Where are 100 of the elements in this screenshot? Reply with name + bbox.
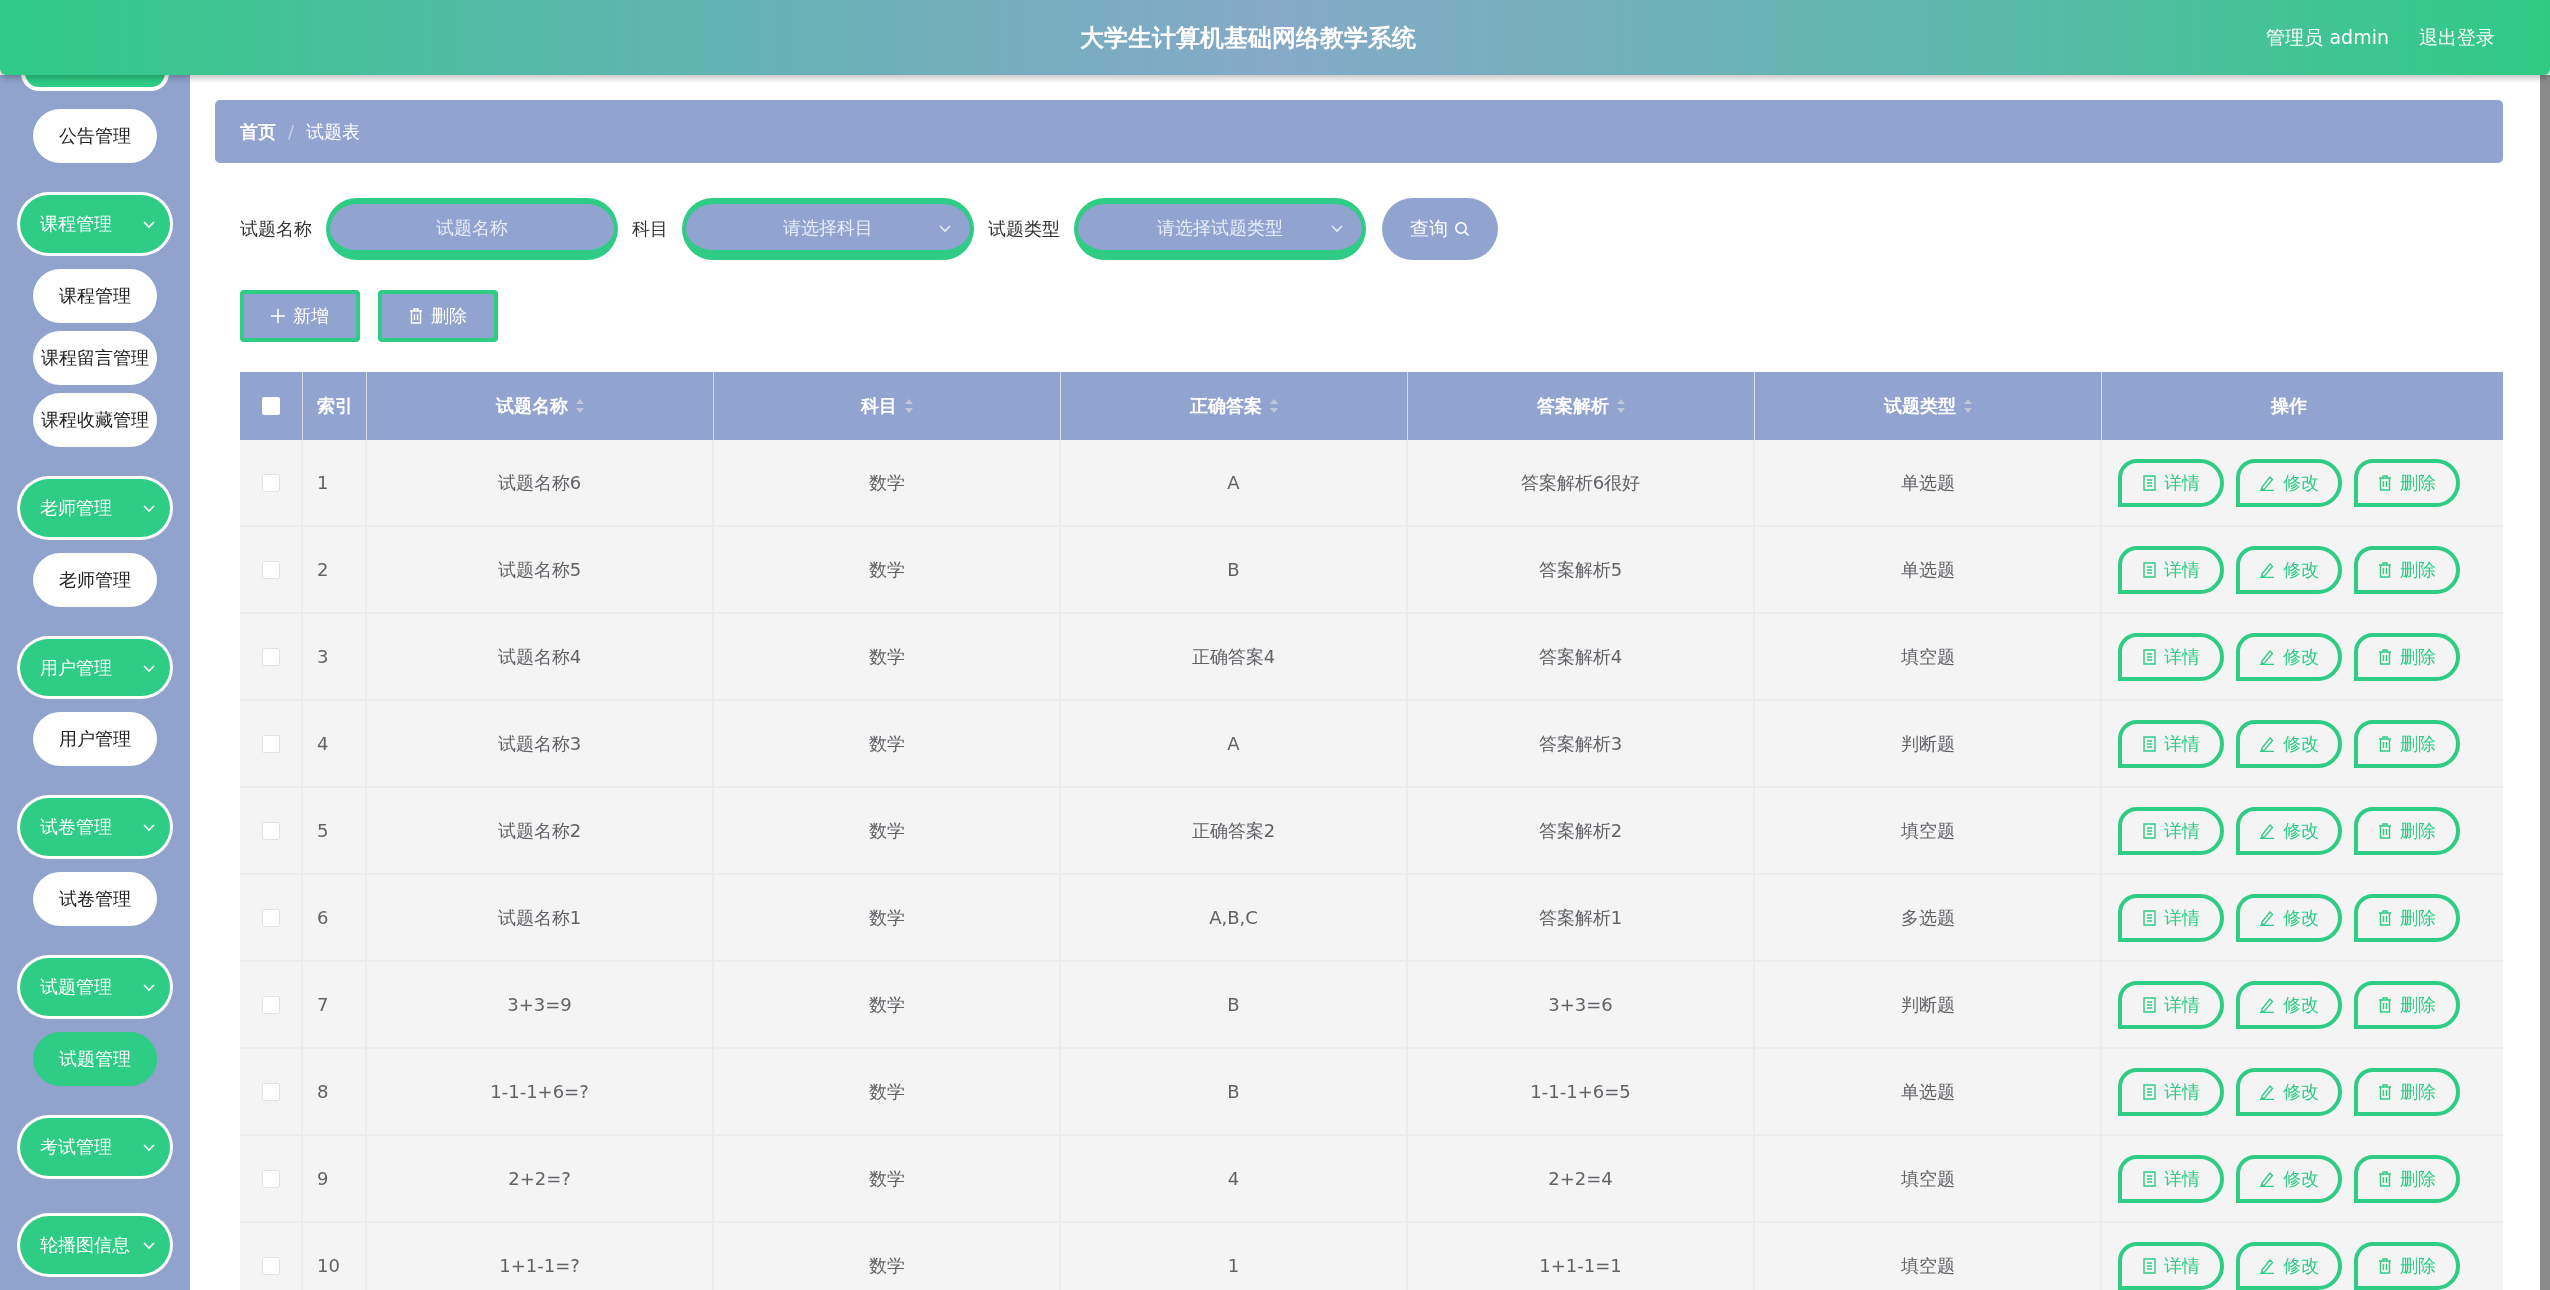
edit-button[interactable]: 修改 <box>2236 893 2342 942</box>
menu-item[interactable]: 课程留言管理 <box>33 330 157 385</box>
row-checkbox[interactable] <box>261 1169 280 1188</box>
menu-group-button[interactable]: 课程管理 <box>20 194 170 253</box>
sort-icon <box>903 398 914 414</box>
details-button[interactable]: 详情 <box>2118 545 2224 594</box>
delete-button[interactable]: 删除 <box>378 290 498 342</box>
menu-item[interactable]: 课程收藏管理 <box>33 392 157 447</box>
scrollbar[interactable] <box>2540 75 2550 1290</box>
menu-item[interactable]: 试卷管理 <box>33 872 157 927</box>
trash-icon <box>409 308 423 324</box>
field-label: 科目 <box>632 217 668 241</box>
delete-button[interactable]: 删除 <box>2354 545 2460 594</box>
delete-button[interactable]: 删除 <box>2354 719 2460 768</box>
edit-button[interactable]: 修改 <box>2236 806 2342 855</box>
sort-icon <box>1962 398 1973 414</box>
menu-item[interactable]: 公告管理 <box>33 109 157 163</box>
column-header[interactable]: 答案解析 <box>1536 394 1626 418</box>
breadcrumb-link[interactable]: 首页 <box>240 119 276 144</box>
menu-item[interactable]: 试题管理 <box>33 1032 157 1087</box>
logout-link[interactable]: 退出登录 <box>2419 24 2495 51</box>
edit-button[interactable]: 修改 <box>2236 1067 2342 1116</box>
menu-group-button[interactable]: 用户管理 <box>20 638 170 697</box>
column-header: 索引 <box>317 394 353 418</box>
row-checkbox[interactable] <box>261 995 280 1014</box>
select-field[interactable]: 请选择科目 <box>682 198 974 260</box>
table-cell: 试题名称4 <box>497 644 582 669</box>
edit-button[interactable]: 修改 <box>2236 1241 2342 1290</box>
column-header[interactable]: 试题类型 <box>1883 394 1973 418</box>
breadcrumb-separator: / <box>288 121 295 142</box>
edit-button[interactable]: 修改 <box>2236 719 2342 768</box>
table-cell: 1 <box>317 472 329 493</box>
row-checkbox[interactable] <box>261 908 280 927</box>
table-cell: 10 <box>317 1255 340 1276</box>
delete-button[interactable]: 删除 <box>2354 632 2460 681</box>
row-checkbox[interactable] <box>261 734 280 753</box>
details-button[interactable]: 详情 <box>2118 1067 2224 1116</box>
delete-button[interactable]: 删除 <box>2354 458 2460 507</box>
delete-button[interactable]: 删除 <box>2354 806 2460 855</box>
menu-item[interactable]: 课程管理 <box>33 268 157 323</box>
table-cell: 9 <box>317 1168 329 1189</box>
delete-button[interactable]: 删除 <box>2354 980 2460 1029</box>
details-button[interactable]: 详情 <box>2118 458 2224 507</box>
delete-button[interactable]: 删除 <box>2354 1067 2460 1116</box>
details-button[interactable]: 详情 <box>2118 1154 2224 1203</box>
trash-icon <box>2378 561 2392 578</box>
menu-item[interactable]: 用户管理 <box>33 712 157 767</box>
menu-group-button[interactable]: 轮播图信息 <box>20 1216 170 1275</box>
add-button[interactable]: 新增 <box>240 290 360 342</box>
column-header[interactable]: 试题名称 <box>495 394 585 418</box>
document-icon <box>2142 561 2156 578</box>
delete-button[interactable]: 删除 <box>2354 1154 2460 1203</box>
edit-button[interactable]: 修改 <box>2236 980 2342 1029</box>
input-field[interactable]: 试题名称 <box>326 198 618 260</box>
chevron-down-icon <box>1330 222 1344 234</box>
field-label: 试题名称 <box>240 217 312 241</box>
edit-button[interactable]: 修改 <box>2236 632 2342 681</box>
details-button[interactable]: 详情 <box>2118 1241 2224 1290</box>
edit-button[interactable]: 修改 <box>2236 458 2342 507</box>
delete-button[interactable]: 删除 <box>2354 1241 2460 1290</box>
document-icon <box>2142 1257 2156 1274</box>
menu-group-button[interactable]: 考试管理 <box>20 1118 170 1177</box>
menu-group-button[interactable]: 试题管理 <box>20 958 170 1017</box>
menu-button[interactable] <box>21 75 169 91</box>
table-cell: 试题名称1 <box>497 905 582 930</box>
column-header[interactable]: 科目 <box>860 394 914 418</box>
edit-button[interactable]: 修改 <box>2236 545 2342 594</box>
table-cell: 数学 <box>868 992 905 1017</box>
select-all-checkbox[interactable] <box>262 397 280 415</box>
table-cell: 4 <box>317 733 329 754</box>
details-button[interactable]: 详情 <box>2118 893 2224 942</box>
row-checkbox[interactable] <box>261 560 280 579</box>
table-cell: A <box>1227 733 1240 754</box>
pencil-icon <box>2259 822 2275 839</box>
row-checkbox[interactable] <box>261 473 280 492</box>
details-button[interactable]: 详情 <box>2118 632 2224 681</box>
table-cell: B <box>1227 1081 1240 1102</box>
row-checkbox[interactable] <box>261 821 280 840</box>
details-button[interactable]: 详情 <box>2118 980 2224 1029</box>
chevron-down-icon <box>142 981 156 994</box>
pencil-icon <box>2259 561 2275 578</box>
table-cell: 2+2=4 <box>1548 1168 1613 1189</box>
select-field[interactable]: 请选择试题类型 <box>1074 198 1366 260</box>
menu-group-button[interactable]: 老师管理 <box>20 478 170 537</box>
menu-group-button[interactable]: 试卷管理 <box>20 798 170 857</box>
menu-item[interactable]: 老师管理 <box>33 552 157 607</box>
table-cell: 数学 <box>868 731 905 756</box>
table-cell: 1+1-1=? <box>499 1255 580 1276</box>
details-button[interactable]: 详情 <box>2118 719 2224 768</box>
row-checkbox[interactable] <box>261 1256 280 1275</box>
search-button[interactable]: 查询 <box>1382 198 1498 260</box>
delete-button[interactable]: 删除 <box>2354 893 2460 942</box>
table-cell: 数学 <box>868 557 905 582</box>
document-icon <box>2142 909 2156 926</box>
column-header[interactable]: 正确答案 <box>1189 394 1279 418</box>
edit-button[interactable]: 修改 <box>2236 1154 2342 1203</box>
trash-icon <box>2378 996 2392 1013</box>
row-checkbox[interactable] <box>261 647 280 666</box>
details-button[interactable]: 详情 <box>2118 806 2224 855</box>
row-checkbox[interactable] <box>261 1082 280 1101</box>
